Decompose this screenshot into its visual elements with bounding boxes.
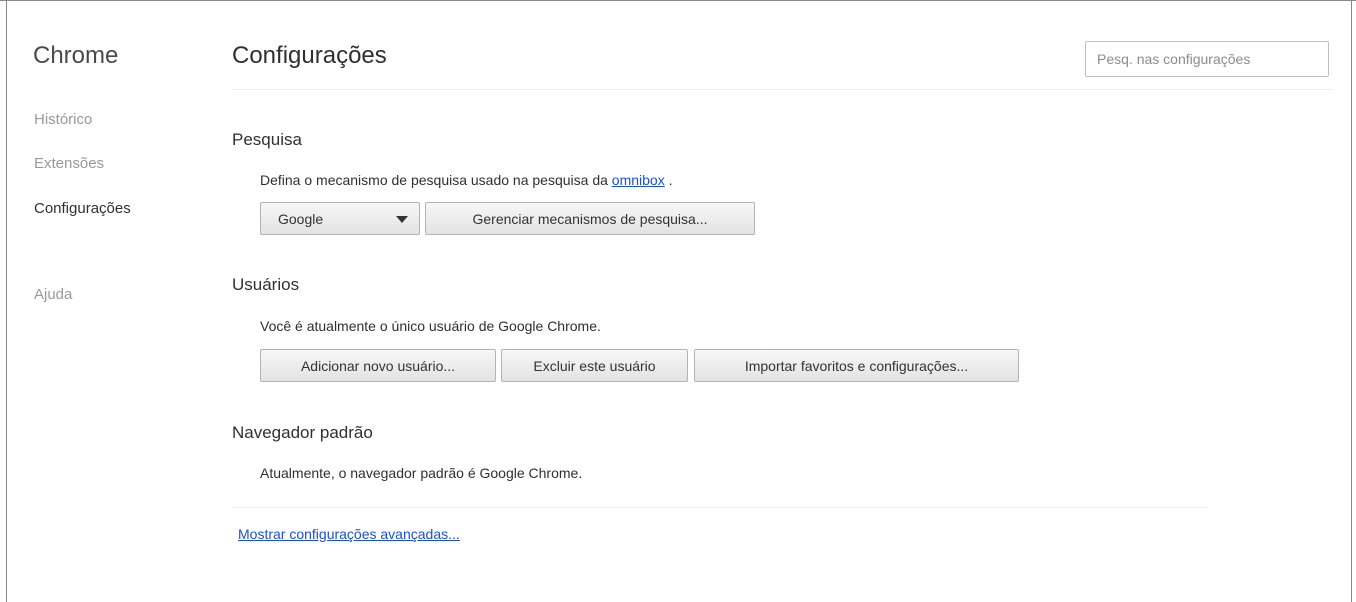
window-edge-left xyxy=(6,0,7,602)
dropdown-arrow-icon xyxy=(396,216,408,223)
search-section-title: Pesquisa xyxy=(232,130,302,149)
window-edge-right xyxy=(1351,0,1352,602)
window-frame xyxy=(0,0,1356,602)
manage-search-engines-button[interactable]: Gerenciar mecanismos de pesquisa... xyxy=(425,202,755,235)
show-advanced-settings-link[interactable]: Mostrar configurações avançadas... xyxy=(238,526,460,542)
sidebar-item-extensions[interactable]: Extensões xyxy=(34,155,104,172)
delete-user-button[interactable]: Excluir este usuário xyxy=(501,349,688,382)
sidebar-item-history[interactable]: Histórico xyxy=(34,111,92,128)
sidebar-item-settings[interactable]: Configurações xyxy=(34,200,131,217)
users-section-title: Usuários xyxy=(232,275,300,294)
footer-divider xyxy=(232,507,1208,508)
omnibox-link[interactable]: omnibox xyxy=(612,172,665,188)
add-user-button[interactable]: Adicionar novo usuário... xyxy=(260,349,496,382)
sidebar-item-help[interactable]: Ajuda xyxy=(34,286,72,303)
header-divider xyxy=(232,89,1332,90)
search-engine-selected: Google xyxy=(278,210,324,227)
import-bookmarks-button[interactable]: Importar favoritos e configurações... xyxy=(694,349,1019,382)
search-description: Defina o mecanismo de pesquisa usado na … xyxy=(260,172,673,188)
search-engine-select[interactable]: Google xyxy=(260,202,420,235)
default-browser-description: Atualmente, o navegador padrão é Google … xyxy=(260,465,583,481)
users-description: Você é atualmente o único usuário de Goo… xyxy=(260,318,601,334)
default-browser-section-title: Navegador padrão xyxy=(232,423,373,442)
search-description-text: Defina o mecanismo de pesquisa usado na … xyxy=(260,172,608,188)
sidebar-title: Chrome xyxy=(33,42,119,69)
search-description-end: . xyxy=(664,172,673,188)
page-title: Configurações xyxy=(232,42,387,69)
settings-search-input[interactable] xyxy=(1085,41,1329,77)
